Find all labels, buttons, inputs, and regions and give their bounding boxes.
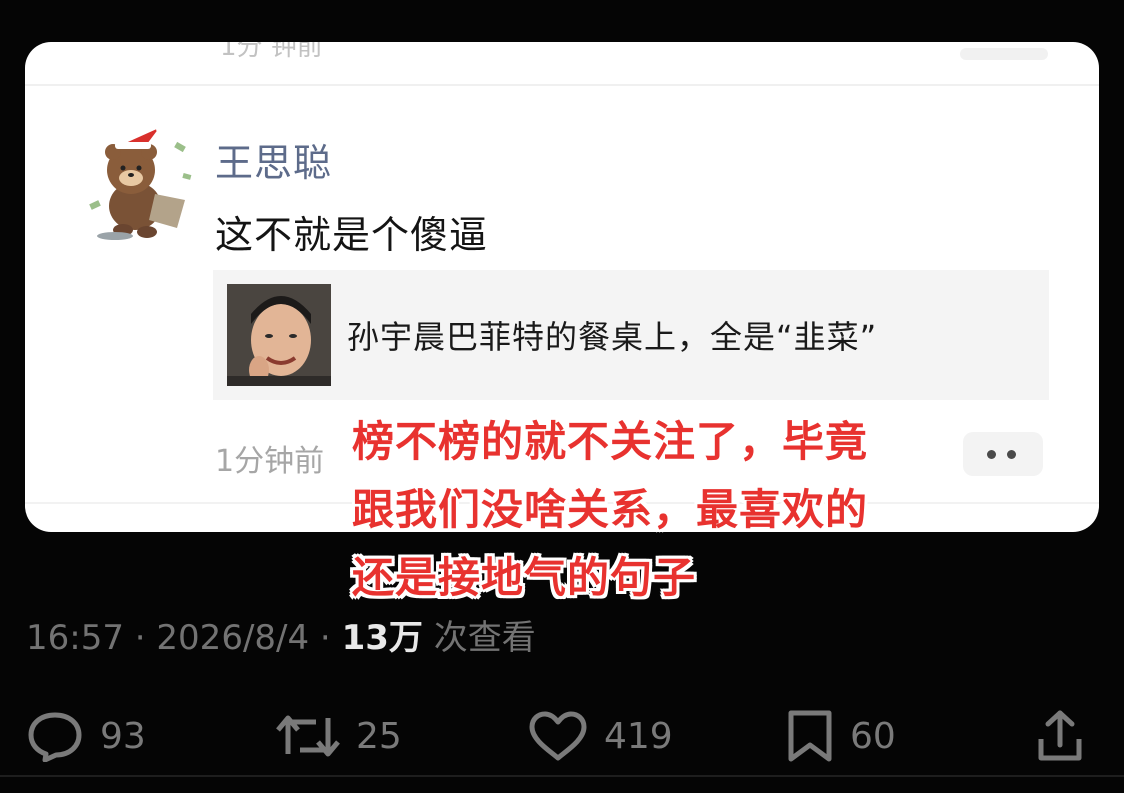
portrait-photo-icon <box>227 284 331 386</box>
post-meta: 16:57 · 2026/8/4 · 13万 次查看 <box>26 610 536 659</box>
cropped-action-pill <box>960 48 1048 60</box>
caption-line: 还是接地气的句子 <box>352 553 697 602</box>
caption-line: 榜不榜的就不关注了，毕竟 <box>352 417 869 466</box>
retweet-count: 25 <box>356 715 402 757</box>
like-count: 419 <box>604 715 673 757</box>
quoted-post-box[interactable]: 孙宇晨巴菲特的餐桌上，全是“韭菜” <box>213 270 1049 400</box>
reply-count: 93 <box>100 715 146 757</box>
bear-avatar-icon <box>89 125 192 240</box>
post-time: 16:57 <box>26 618 124 658</box>
reply-button[interactable]: 93 <box>26 706 146 766</box>
bear-avatar <box>85 124 195 242</box>
comment-text: 这不就是个傻逼 <box>215 213 489 257</box>
more-dots-icon <box>1007 450 1016 459</box>
share-button[interactable] <box>1036 706 1084 766</box>
meta-separator: · <box>309 618 342 658</box>
more-dots-icon <box>987 450 996 459</box>
comment-timestamp: 1分钟前 <box>215 444 325 479</box>
retweet-arrows-icon <box>276 715 340 757</box>
caption-line: 跟我们没啥关系，最喜欢的 <box>352 485 869 534</box>
comment-username[interactable]: 王思聪 <box>215 132 332 187</box>
card-divider <box>25 84 1099 86</box>
retweet-button[interactable]: 25 <box>276 706 402 766</box>
heart-icon <box>529 711 587 761</box>
cropped-timestamp-text: 1分 钟前 <box>220 42 323 62</box>
meta-separator: · <box>123 618 157 658</box>
quoted-post-title: 孙宇晨巴菲特的餐桌上，全是“韭菜” <box>347 318 878 356</box>
like-button[interactable]: 419 <box>528 706 673 766</box>
view-count[interactable]: 13万 <box>342 618 423 658</box>
bookmark-button[interactable]: 60 <box>786 706 896 766</box>
bookmark-icon <box>788 710 832 762</box>
bookmark-count: 60 <box>850 715 896 757</box>
quoted-post-thumbnail <box>227 284 331 386</box>
view-count-label: 次查看 <box>422 618 536 658</box>
more-options-button[interactable] <box>963 432 1043 476</box>
share-upload-icon <box>1038 710 1082 761</box>
bottom-divider <box>0 775 1124 777</box>
red-caption-overlay: 榜不榜的就不关注了，毕竟 跟我们没啥关系，最喜欢的 还是接地气的句子 <box>352 408 952 612</box>
post-action-bar: 93 25 419 60 <box>0 706 1124 766</box>
screenshot-page: 1分 钟前 王思聪 这不就是个傻逼 孙宇晨巴菲特的餐桌上，全是“韭菜” 1分钟前… <box>0 0 1124 793</box>
post-date: 2026/8/4 <box>156 618 310 658</box>
speech-bubble-icon <box>28 712 82 762</box>
